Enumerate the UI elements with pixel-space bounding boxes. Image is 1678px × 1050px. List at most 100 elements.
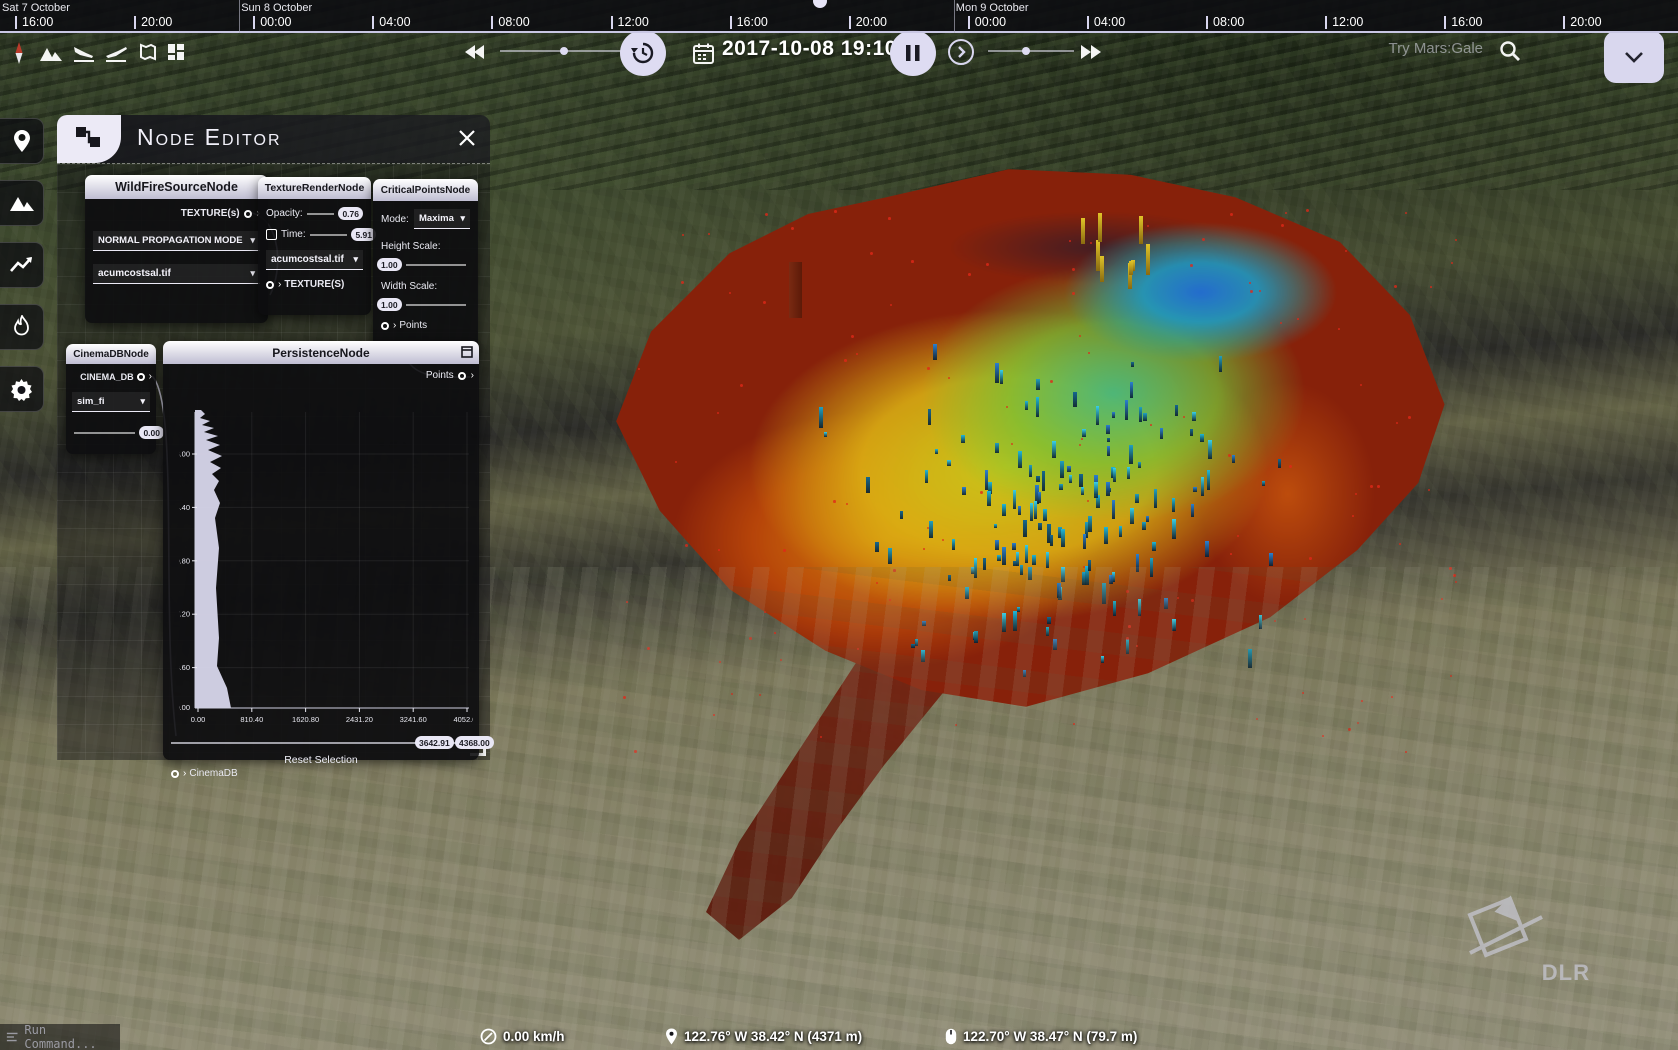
points-input-port[interactable] [381,322,389,330]
reset-selection-button[interactable]: Reset Selection [163,754,479,766]
svg-text:3241.60: 3241.60 [400,715,427,724]
node-persistence[interactable]: PersistenceNode Points › 1368.001494.401… [163,341,479,760]
dlr-logo-icon [1466,895,1546,975]
cinemadb-output-port[interactable] [137,373,145,381]
day-separator [239,0,240,33]
node-title[interactable]: CriticalPointsNode [373,179,478,201]
playback-speed-slider-right[interactable] [988,50,1074,52]
current-time-marker[interactable] [813,0,827,8]
texture-file-select[interactable]: acumcostsal.tif [266,250,363,270]
timeline-tick: 04:00 [1087,16,1125,29]
texture-file-select[interactable]: acumcostsal.tif [93,264,260,284]
sidebar-item-terrain[interactable] [0,180,44,226]
dlr-logo-text: DLR [1542,960,1590,986]
search-icon[interactable] [1498,39,1522,68]
node-editor-panel: Node Editor WildFireSourceNode TEXTURE(s… [57,115,490,760]
input-port-label: CinemaDB [189,768,237,779]
timeline-tick: 08:00 [1206,16,1244,29]
mountains-icon [9,194,35,212]
grid-icon[interactable] [166,42,186,67]
persistence-range-slider[interactable]: 3642.91 4368.00 [171,736,473,750]
run-command-box[interactable]: Run Command... [0,1024,120,1050]
input-port-label: Points [399,320,427,331]
node-cinema-db[interactable]: CinemaDBNode CINEMA_DB › sim_fi 0.00 [66,344,156,454]
mode-select[interactable]: Maxima [414,209,470,229]
panel-title: Node Editor [137,124,282,151]
step-forward-button[interactable] [948,39,974,65]
range-low-handle[interactable]: 3642.91 [415,736,454,749]
timeline-tick: 16:00 [1444,16,1482,29]
timeline-tick: 20:00 [849,16,887,29]
fast-forward-icon[interactable] [1080,44,1102,65]
cinemadb-input-port[interactable] [171,770,179,778]
time-checkbox[interactable] [266,229,277,240]
propagation-mode-select[interactable]: NORMAL PROPAGATION MODE [93,231,260,251]
compass-icon[interactable] [8,41,30,70]
app-window: Sat 7 OctoberSun 8 OctoberMon 9 October … [0,0,1678,1050]
plane-landing-icon[interactable] [72,43,96,68]
pause-button[interactable] [890,30,936,76]
node-editor-header[interactable]: Node Editor [57,115,490,163]
persistence-chart[interactable]: 1368.001494.401620.801747.201873.600.000… [179,408,473,730]
height-scale-handle[interactable]: 1.00 [377,258,402,271]
height-scale-label: Height Scale: [381,241,440,252]
node-critical-points[interactable]: CriticalPointsNode Mode: Maxima Height S… [373,179,478,359]
gear-icon [10,378,33,401]
width-scale-handle[interactable]: 1.00 [377,298,402,311]
output-port-label: CINEMA_DB [80,372,134,382]
input-port-label: TEXTURE(S) [284,279,344,290]
speedometer-icon [480,1028,497,1045]
range-high-handle[interactable]: 4368.00 [455,736,494,749]
opacity-slider-handle[interactable]: 0.76 [338,207,363,220]
timeline-tick: 20:00 [134,16,172,29]
texture-output-port[interactable] [244,210,252,218]
texture-input-port[interactable] [266,281,274,289]
sidebar-item-location[interactable] [0,118,44,164]
svg-text:1747.20: 1747.20 [179,610,190,619]
svg-text:1873.60: 1873.60 [179,663,190,672]
node-title[interactable]: PersistenceNode [163,341,479,364]
popout-icon[interactable] [461,346,473,361]
sidebar-item-fire[interactable] [0,304,44,350]
node-wildfire-source[interactable]: WildFireSourceNode TEXTURE(s) › NORMAL P… [85,175,268,323]
fire-icon [13,315,31,339]
timeline-tick: 20:00 [1563,16,1601,29]
sidebar-item-statistics[interactable] [0,242,44,288]
mode-label: Mode: [381,214,409,225]
width-scale-label: Width Scale: [381,281,437,292]
timeline-day-label: Mon 9 October [956,2,1029,14]
node-title[interactable]: TextureRenderNode [258,177,371,199]
node-editor-tab[interactable] [57,115,121,163]
points-output-port[interactable] [458,372,466,380]
collapse-timeline-button[interactable] [1604,31,1664,83]
node-graph-icon [74,125,104,153]
map-icon[interactable] [138,42,158,67]
plane-takeoff-icon[interactable] [104,43,128,68]
calendar-icon[interactable] [692,42,715,70]
trend-chart-icon [10,256,34,274]
node-editor-canvas[interactable]: WildFireSourceNode TEXTURE(s) › NORMAL P… [57,163,490,760]
svg-text:4052.00: 4052.00 [453,715,473,724]
node-title[interactable]: WildFireSourceNode [85,175,268,199]
sidebar-item-settings[interactable] [0,366,44,412]
time-reset-button[interactable] [620,30,666,76]
status-bar: Run Command... 0.00 km/h 122.76° W 38.42… [0,1020,1678,1050]
timeline-bar[interactable]: Sat 7 OctoberSun 8 OctoberMon 9 October … [0,0,1678,33]
close-icon[interactable] [458,129,478,149]
svg-text:0.00: 0.00 [191,715,206,724]
output-port-label: Points [426,370,454,381]
run-command-text: Run Command... [24,1023,114,1050]
timeline-tick: 12:00 [1325,16,1363,29]
terrain-layers-icon[interactable] [38,44,64,67]
timeline-day-label: Sun 8 October [241,2,312,14]
node-title[interactable]: CinemaDBNode [66,344,156,364]
opacity-label: Opacity: [266,208,303,219]
search-input[interactable] [1360,39,1485,58]
sim-select[interactable]: sim_fi [72,392,150,412]
svg-text:2431.20: 2431.20 [346,715,373,724]
rewind-icon[interactable] [464,44,486,65]
chevron-right-icon [957,46,966,58]
node-texture-render[interactable]: TextureRenderNode Opacity: 0.76 Time: 5.… [258,177,371,315]
dlr-logo: DLR [1466,895,1546,980]
cinema-slider-handle[interactable]: 0.00 [139,426,164,439]
